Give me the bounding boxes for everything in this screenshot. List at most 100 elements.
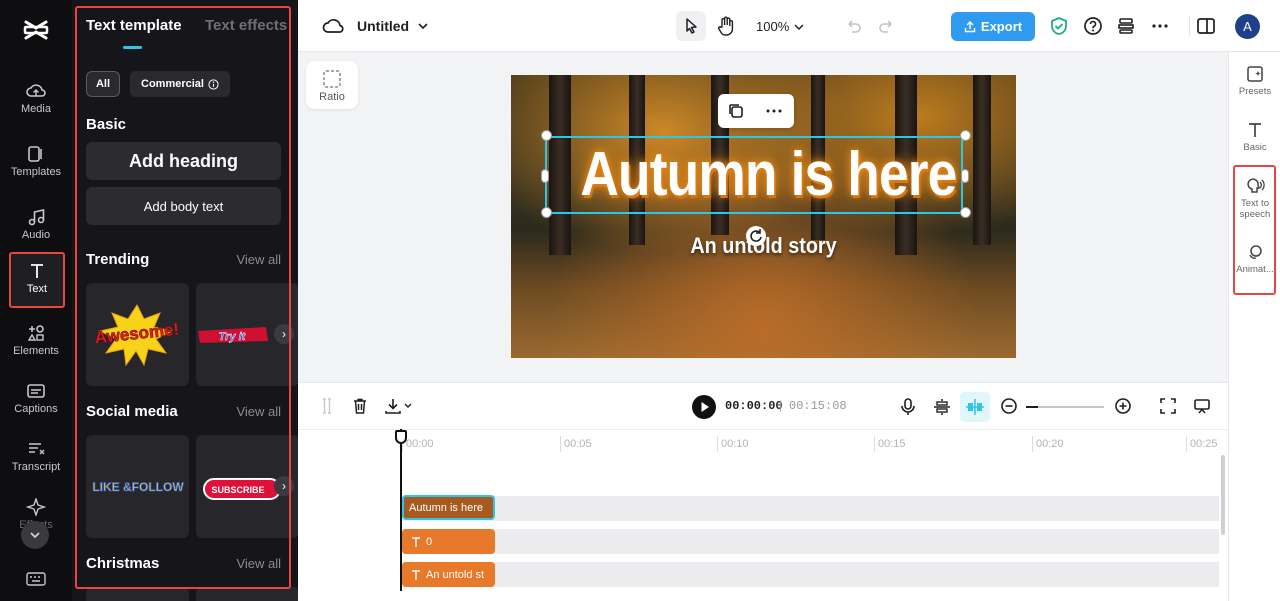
speaking-head-icon (1247, 178, 1265, 193)
microphone-icon[interactable] (899, 397, 917, 417)
help-icon[interactable] (1083, 16, 1103, 36)
tab-text-template[interactable]: Text template (86, 17, 182, 34)
rr-item-animation[interactable]: Animat... (1229, 243, 1280, 275)
resize-handle-top-right[interactable] (960, 130, 971, 141)
trending-view-all-link[interactable]: View all (236, 252, 281, 267)
music-note-icon (28, 209, 45, 226)
keyboard-shortcuts-icon[interactable] (26, 571, 46, 587)
shield-check-icon[interactable] (1049, 16, 1069, 36)
playhead-handle[interactable] (395, 430, 407, 444)
avatar-initial: A (1243, 19, 1252, 34)
template-card-awesome[interactable]: Awesome! (86, 283, 189, 386)
rail-item-media[interactable]: Media (6, 76, 66, 130)
ruler-tick: 00:20 (1032, 436, 1064, 452)
rotate-handle[interactable] (746, 226, 766, 246)
panel-toggle-icon[interactable] (1196, 16, 1216, 36)
rail-item-transcript[interactable]: Transcript (6, 434, 66, 488)
zoom-chevron-down-icon[interactable] (793, 21, 805, 33)
aspect-ratio-button[interactable]: Ratio (306, 61, 358, 109)
chevron-down-icon[interactable] (417, 20, 429, 32)
template-card-try-it[interactable]: Try it › (196, 283, 298, 386)
template-card-christmas-1[interactable] (86, 587, 189, 601)
rail-item-templates[interactable]: Templates (6, 139, 66, 193)
select-tool-button[interactable] (676, 11, 706, 41)
text-clip-autumn-is-here[interactable]: Autumn is here (402, 495, 495, 520)
auto-snap-icon[interactable] (932, 397, 952, 417)
timeline-track-3[interactable] (402, 562, 1219, 587)
zoom-in-icon[interactable] (1114, 397, 1132, 415)
play-button[interactable] (692, 395, 716, 419)
social-next-arrow[interactable]: › (274, 476, 294, 496)
template-card-like-follow[interactable]: LIKE &FOLLOW (86, 435, 189, 538)
upload-icon (964, 20, 976, 32)
project-title[interactable]: Untitled (357, 18, 409, 34)
template-card-christmas-2[interactable] (196, 587, 298, 601)
ruler-tick: 00:15 (874, 436, 906, 452)
resize-handle-left[interactable] (541, 169, 549, 183)
clip-label: 0 (426, 535, 433, 548)
text-selection-box[interactable] (545, 136, 963, 214)
timeline-track-1[interactable] (402, 496, 1219, 521)
text-clip-an-untold-story[interactable]: An untold st (402, 562, 495, 587)
rail-label-text: Text (26, 283, 48, 295)
resize-handle-top-left[interactable] (541, 130, 552, 141)
timeline-track-2[interactable] (402, 529, 1219, 554)
playhead-line[interactable] (400, 429, 402, 591)
rail-more-button[interactable] (21, 521, 49, 549)
text-t-icon (412, 569, 420, 580)
rail-item-audio[interactable]: Audio (6, 202, 66, 256)
more-options-icon[interactable] (1150, 16, 1170, 36)
main-track-magnet-button[interactable] (960, 392, 990, 422)
rr-item-text-to-speech[interactable]: Text to speech (1229, 177, 1280, 220)
tab-text-effects[interactable]: Text effects (205, 17, 287, 34)
more-options-icon[interactable] (765, 102, 783, 120)
hand-tool-icon[interactable] (716, 15, 736, 37)
rr-item-basic[interactable]: Basic (1229, 121, 1280, 153)
filter-all-chip[interactable]: All (86, 71, 120, 97)
social-view-all-link[interactable]: View all (236, 404, 281, 419)
clip-label: Autumn is here (409, 501, 483, 514)
rail-item-text[interactable]: Text (9, 252, 65, 308)
export-button[interactable]: Export (951, 12, 1035, 41)
download-dropdown-icon[interactable] (384, 397, 414, 415)
clip-label: An untold st (426, 568, 485, 581)
rail-item-captions[interactable]: Captions (6, 376, 66, 430)
rr-item-presets[interactable]: Presets (1229, 65, 1280, 97)
text-clip-zero[interactable]: 0 (402, 529, 495, 554)
right-properties-rail: Presets Basic Text to speech Animat... (1228, 52, 1280, 601)
timeline-panel: 00:00:00 | 00:15:08 00:00 00:05 00:10 00… (298, 382, 1228, 601)
rail-item-elements[interactable]: Elements (6, 318, 66, 372)
trending-next-arrow[interactable]: › (274, 324, 294, 344)
layers-stack-icon[interactable] (1116, 16, 1136, 36)
undo-icon[interactable] (844, 17, 862, 35)
try-it-card-text: Try it (219, 331, 247, 343)
template-card-subscribe[interactable]: SUBSCRIBE › (196, 435, 298, 538)
redo-icon[interactable] (878, 17, 896, 35)
resize-handle-bottom-right[interactable] (960, 207, 971, 218)
zoom-out-icon[interactable] (1000, 397, 1018, 415)
chevron-down-icon (30, 532, 40, 539)
christmas-view-all-link[interactable]: View all (236, 556, 281, 571)
zoom-level[interactable]: 100% (756, 19, 789, 34)
play-icon (701, 402, 709, 412)
tree-trunk (973, 75, 991, 245)
transcript-icon (29, 443, 45, 455)
fit-timeline-icon[interactable] (1159, 397, 1177, 415)
split-tool-icon[interactable] (318, 397, 336, 415)
timeline-ruler[interactable]: 00:00 00:05 00:10 00:15 00:20 00:25 (298, 429, 1228, 453)
cloud-save-icon[interactable] (322, 17, 344, 35)
resize-handle-right[interactable] (961, 169, 969, 183)
user-avatar[interactable]: A (1235, 14, 1260, 39)
add-heading-button[interactable]: Add heading (86, 142, 281, 180)
timeline-vertical-scrollbar[interactable] (1221, 455, 1225, 535)
preview-monitor-icon[interactable] (1193, 397, 1211, 415)
resize-handle-bottom-left[interactable] (541, 207, 552, 218)
duplicate-icon[interactable] (727, 102, 745, 120)
rr-label-text-to-speech: Text to speech (1239, 198, 1271, 220)
delete-trash-icon[interactable] (351, 397, 369, 415)
add-body-text-button[interactable]: Add body text (86, 187, 281, 225)
filter-commercial-chip[interactable]: Commercial (130, 71, 230, 97)
captions-icon (27, 384, 45, 398)
filter-commercial-label: Commercial (141, 78, 204, 90)
subscribe-card-text: SUBSCRIBE (211, 485, 264, 495)
